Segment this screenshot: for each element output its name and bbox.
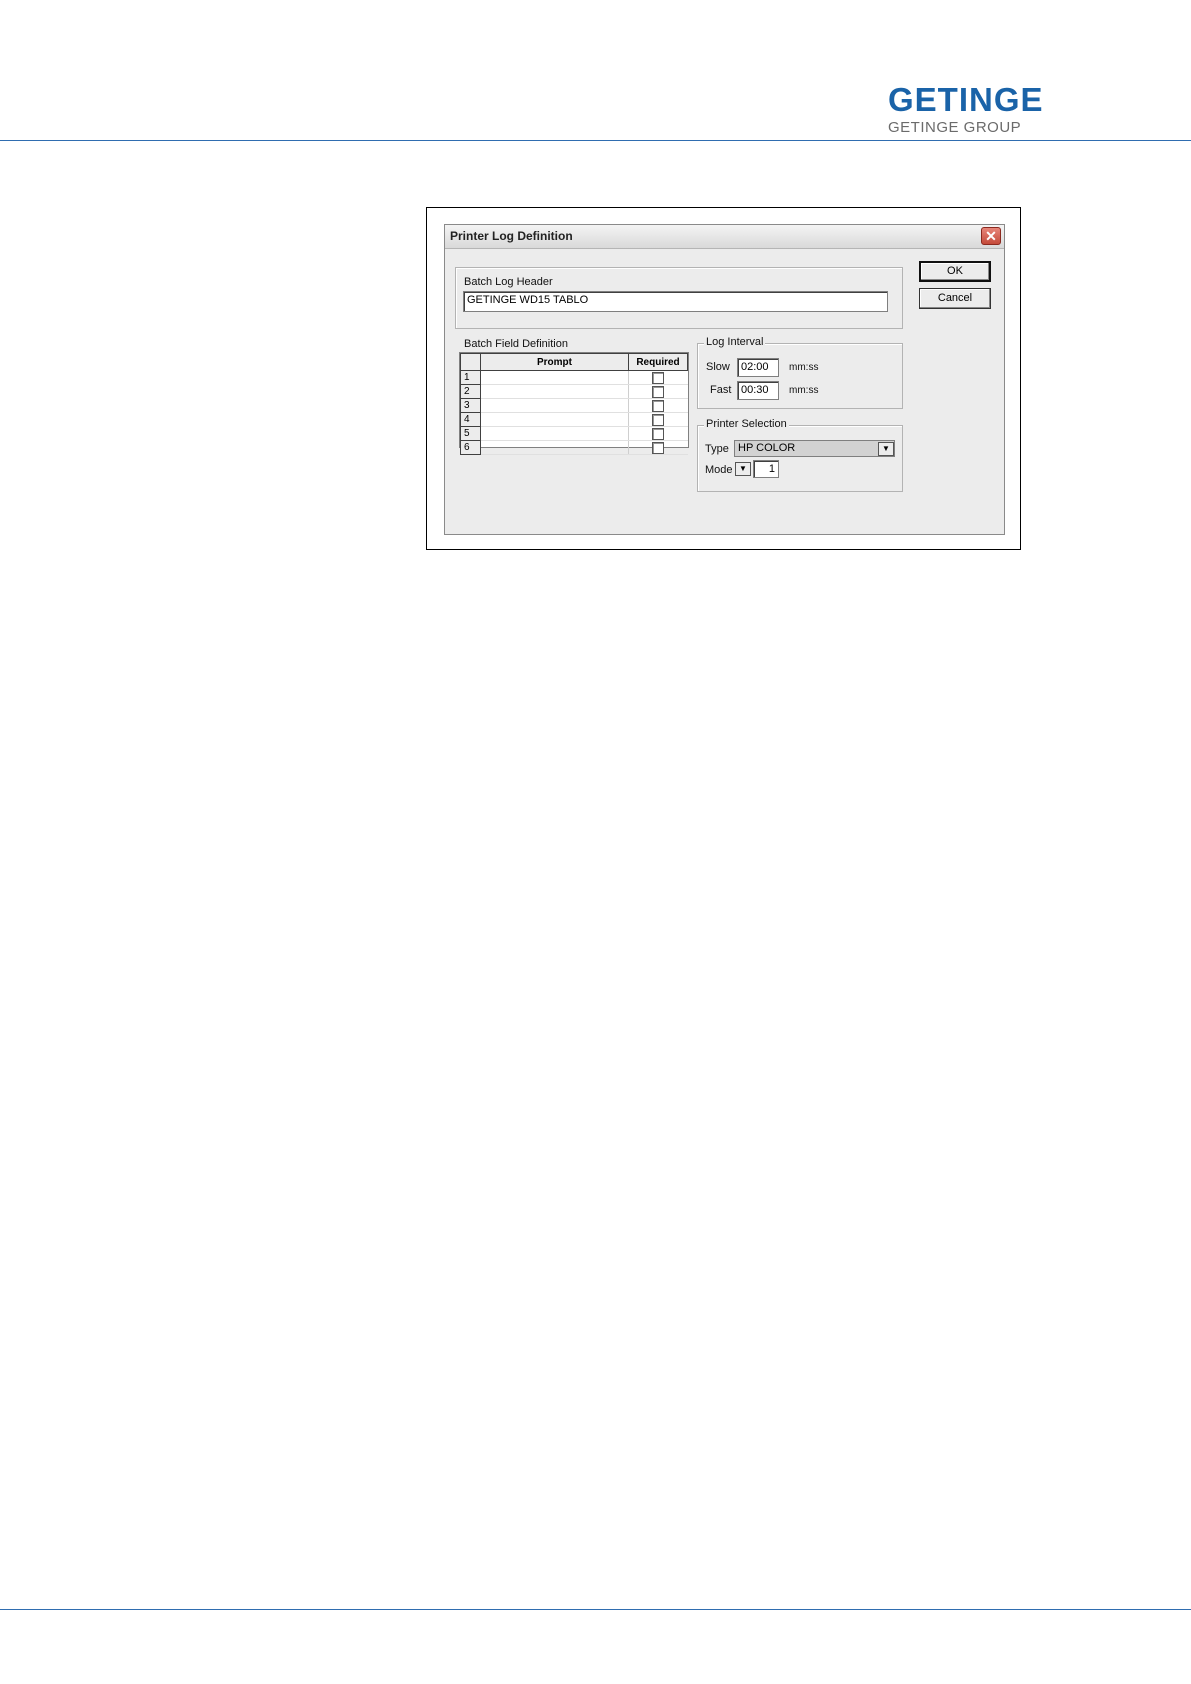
required-checkbox[interactable] <box>652 427 665 440</box>
prompt-column-header[interactable]: Prompt <box>480 353 629 371</box>
row-number: 4 <box>460 412 481 427</box>
dialog-titlebar[interactable]: Printer Log Definition ✕ <box>445 225 1004 249</box>
slow-unit-label: mm:ss <box>789 362 819 373</box>
type-label: Type <box>705 443 729 455</box>
row-number: 5 <box>460 426 481 441</box>
required-checkbox[interactable] <box>652 385 665 398</box>
table-row: 3 <box>460 398 688 413</box>
brand-name: GETINGE <box>888 81 1044 118</box>
table-row: 2 <box>460 384 688 399</box>
prompt-cell[interactable] <box>480 412 629 427</box>
grid-corner-header <box>460 353 481 371</box>
cancel-button[interactable]: Cancel <box>919 288 991 309</box>
dialog-title: Printer Log Definition <box>450 229 573 243</box>
close-icon[interactable]: ✕ <box>981 227 1001 245</box>
required-checkbox[interactable] <box>652 399 665 412</box>
log-interval-group <box>697 343 903 409</box>
slow-interval-input[interactable]: 02:00 <box>737 358 779 377</box>
brand-group: GETINGE GROUP <box>888 119 1022 136</box>
ok-button[interactable]: OK <box>919 261 991 282</box>
table-row: 5 <box>460 426 688 441</box>
mode-dropdown-icon[interactable]: ▼ <box>735 462 751 476</box>
row-number: 2 <box>460 384 481 399</box>
batch-field-grid: Prompt Required 1 2 3 4 5 6 <box>459 352 689 455</box>
batch-log-header-label: Batch Log Header <box>464 276 553 288</box>
getinge-logo: GETINGE GETINGE GROUP <box>888 81 1044 137</box>
fast-interval-input[interactable]: 00:30 <box>737 381 779 400</box>
required-column-header[interactable]: Required <box>628 353 688 371</box>
printer-selection-group <box>697 425 903 492</box>
prompt-cell[interactable] <box>480 440 629 455</box>
prompt-cell[interactable] <box>480 426 629 441</box>
header-divider <box>0 140 1191 141</box>
fast-unit-label: mm:ss <box>789 385 819 396</box>
batch-log-header-input[interactable]: GETINGE WD15 TABLO <box>463 291 888 312</box>
table-row: 1 <box>460 370 688 385</box>
table-row: 6 <box>460 440 688 455</box>
printer-log-definition-dialog: Printer Log Definition ✕ OK Cancel Batch… <box>444 224 1005 535</box>
mode-label: Mode <box>705 464 733 476</box>
batch-field-definition-label: Batch Field Definition <box>464 338 568 350</box>
slow-label: Slow <box>706 361 730 373</box>
printer-selection-label: Printer Selection <box>704 418 789 430</box>
footer-divider <box>0 1609 1191 1610</box>
row-number: 3 <box>460 398 481 413</box>
required-checkbox[interactable] <box>652 371 665 384</box>
required-checkbox[interactable] <box>652 413 665 426</box>
table-row: 4 <box>460 412 688 427</box>
printer-type-select[interactable]: HP COLOR ▼ <box>734 440 895 457</box>
mode-input[interactable]: 1 <box>753 460 779 478</box>
prompt-cell[interactable] <box>480 384 629 399</box>
row-number: 6 <box>460 440 481 455</box>
prompt-cell[interactable] <box>480 398 629 413</box>
printer-type-value: HP COLOR <box>738 442 796 454</box>
required-checkbox[interactable] <box>652 441 665 454</box>
prompt-cell[interactable] <box>480 370 629 385</box>
chevron-down-icon[interactable]: ▼ <box>878 442 894 456</box>
row-number: 1 <box>460 370 481 385</box>
fast-label: Fast <box>710 384 732 396</box>
log-interval-label: Log Interval <box>704 336 766 348</box>
